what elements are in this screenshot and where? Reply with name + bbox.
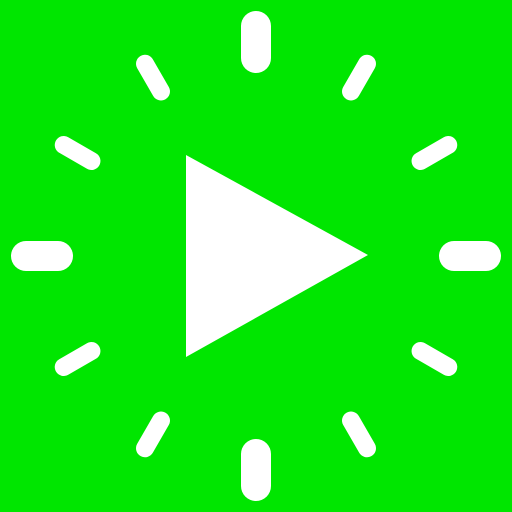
play-with-clock-ticks-icon bbox=[0, 0, 512, 512]
app-icon[interactable] bbox=[0, 0, 512, 512]
